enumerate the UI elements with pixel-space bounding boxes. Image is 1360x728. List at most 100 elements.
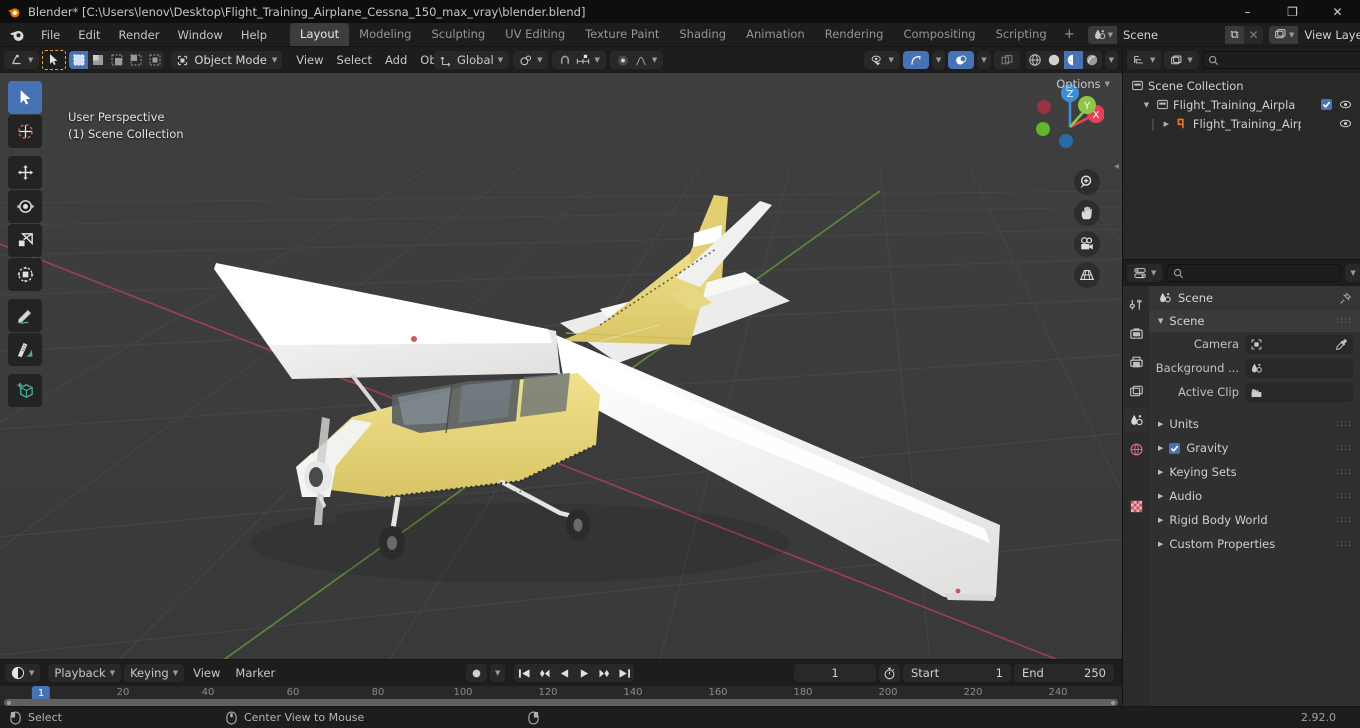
outliner-row-airplane-collection[interactable]: ▼ Flight_Training_Airplane_ — [1123, 95, 1360, 114]
start-frame-field[interactable]: Start 1 — [903, 664, 1011, 682]
outliner-search-input[interactable] — [1201, 51, 1360, 69]
show-gizmo-button[interactable] — [902, 51, 929, 69]
transform-orientation-dropdown[interactable]: Global ▼ — [434, 51, 510, 69]
solid-shading-button[interactable] — [1045, 51, 1064, 69]
expand-triangle-icon[interactable]: ▶ — [1161, 120, 1172, 128]
viewport-canvas[interactable]: User Perspective (1) Scene Collection Z … — [0, 73, 1122, 659]
viewport-menu-view[interactable]: View — [290, 51, 329, 69]
menu-file[interactable]: File — [32, 25, 69, 45]
texture-tab[interactable] — [1124, 494, 1148, 518]
tab-modeling[interactable]: Modeling — [349, 23, 421, 46]
tweak-tool-button[interactable] — [8, 81, 42, 114]
units-section[interactable]: ▶ Units :::: — [1149, 412, 1360, 436]
viewport-options-dropdown[interactable]: Options ▼ — [1050, 75, 1116, 93]
add-cube-tool-button[interactable] — [8, 374, 42, 407]
timeline-menu-marker[interactable]: Marker — [229, 664, 281, 682]
background-scene-field[interactable] — [1245, 358, 1353, 378]
select-intersect-button[interactable] — [145, 51, 164, 69]
timeline-menu-keying[interactable]: Keying ▼ — [124, 664, 185, 682]
tab-rendering[interactable]: Rendering — [815, 23, 894, 46]
scene-browse-button[interactable]: ▼ — [1087, 25, 1117, 44]
previous-keyframe-button[interactable] — [534, 664, 554, 682]
viewport-menu-select[interactable]: Select — [331, 51, 378, 69]
output-tab[interactable] — [1124, 350, 1148, 374]
viewport-menu-add[interactable]: Add — [379, 51, 413, 69]
tab-sculpting[interactable]: Sculpting — [421, 23, 495, 46]
camera-view-button[interactable] — [1074, 231, 1100, 257]
shading-options-dropdown[interactable]: ▼ — [1104, 51, 1118, 69]
rotate-tool-button[interactable] — [8, 190, 42, 223]
timeline-editor-type-button[interactable]: ▼ — [5, 664, 41, 682]
use-preview-range-button[interactable] — [879, 664, 900, 682]
select-invert-button[interactable] — [126, 51, 145, 69]
wireframe-shading-button[interactable] — [1026, 51, 1045, 69]
viewlayer-name-field[interactable]: View Layer — [1298, 25, 1360, 44]
next-keyframe-button[interactable] — [594, 664, 614, 682]
minimize-button[interactable]: – — [1225, 0, 1270, 23]
active-tool-indicator[interactable] — [42, 50, 67, 70]
overlay-options-dropdown[interactable]: ▼ — [977, 51, 991, 69]
expand-triangle-icon[interactable]: ▼ — [1141, 101, 1152, 109]
remove-scene-button[interactable]: ✕ — [1244, 26, 1263, 44]
end-frame-field[interactable]: End 250 — [1014, 664, 1114, 682]
auto-keying-button[interactable] — [466, 664, 487, 682]
annotate-tool-button[interactable] — [8, 299, 42, 332]
visibility-dropdown[interactable]: ▼ — [864, 51, 900, 69]
rigid-body-world-section[interactable]: ▶ Rigid Body World :::: — [1149, 508, 1360, 532]
keying-sets-section[interactable]: ▶ Keying Sets :::: — [1149, 460, 1360, 484]
menu-window[interactable]: Window — [168, 25, 231, 45]
gravity-section[interactable]: ▶ Gravity :::: — [1149, 436, 1360, 460]
tab-scripting[interactable]: Scripting — [986, 23, 1057, 46]
play-reverse-button[interactable] — [554, 664, 574, 682]
viewlayer-tab[interactable] — [1124, 379, 1148, 403]
scene-name-field[interactable]: Scene — [1117, 25, 1225, 44]
move-tool-button[interactable] — [8, 156, 42, 189]
rendered-shading-button[interactable] — [1083, 51, 1102, 69]
active-clip-field[interactable] — [1245, 382, 1353, 402]
menu-help[interactable]: Help — [232, 25, 276, 45]
world-tab[interactable] — [1124, 437, 1148, 461]
visibility-toggle[interactable] — [1339, 117, 1352, 130]
editor-type-button[interactable]: ▼ — [4, 51, 40, 69]
scene-tab[interactable] — [1124, 408, 1148, 432]
proportional-edit-controls[interactable]: ▼ — [609, 51, 664, 69]
timeline-ruler[interactable]: 20 40 60 80 100 120 140 160 180 200 220 … — [0, 686, 1122, 707]
close-button[interactable]: ✕ — [1315, 0, 1360, 23]
select-set-button[interactable] — [69, 51, 89, 69]
timeline-menu-playback[interactable]: Playback ▼ — [48, 664, 122, 682]
blender-logo-icon[interactable] — [8, 26, 26, 44]
measure-tool-button[interactable] — [8, 333, 42, 366]
toggle-ortho-perspective-button[interactable] — [1074, 262, 1100, 288]
outliner-editor-type-button[interactable]: ▼ — [1127, 51, 1162, 69]
transform-tool-button[interactable] — [8, 258, 42, 291]
timeline-menu-view[interactable]: View — [187, 664, 226, 682]
sidebar-toggle-arrow-icon[interactable]: ◂ — [1114, 161, 1119, 172]
gravity-checkbox[interactable] — [1169, 442, 1181, 454]
outliner-filter-field[interactable] — [1222, 53, 1360, 67]
properties-editor-type-button[interactable]: ▼ — [1127, 264, 1163, 282]
xray-toggle-button[interactable] — [993, 51, 1020, 69]
viewlayer-browse-button[interactable]: ▼ — [1269, 25, 1299, 44]
show-overlays-button[interactable] — [948, 51, 975, 69]
outliner-row-scene-collection[interactable]: Scene Collection — [1123, 76, 1360, 95]
maximize-button[interactable]: ❐ — [1270, 0, 1315, 23]
tab-animation[interactable]: Animation — [736, 23, 815, 46]
properties-options-dropdown[interactable]: ▼ — [1345, 264, 1360, 282]
camera-field[interactable] — [1245, 334, 1353, 354]
outliner-row-airplane-object[interactable]: | ▶ Flight_Training_Airplа — [1123, 114, 1360, 133]
select-subtract-button[interactable] — [107, 51, 126, 69]
cursor-tool-button[interactable] — [8, 115, 42, 148]
render-tab[interactable] — [1124, 321, 1148, 345]
gizmo-options-dropdown[interactable]: ▼ — [931, 51, 946, 69]
tab-compositing[interactable]: Compositing — [893, 23, 985, 46]
snap-controls[interactable]: ▼ — [552, 51, 606, 69]
outliner-display-mode-button[interactable]: ▼ — [1164, 51, 1199, 69]
custom-properties-section[interactable]: ▶ Custom Properties :::: — [1149, 532, 1360, 556]
eyedropper-icon[interactable] — [1335, 338, 1348, 351]
tab-texture-paint[interactable]: Texture Paint — [575, 23, 669, 46]
pivot-point-dropdown[interactable]: ▼ — [513, 51, 549, 69]
menu-edit[interactable]: Edit — [69, 25, 109, 45]
object-mode-dropdown[interactable]: Object Mode ▼ — [171, 51, 283, 69]
play-button[interactable] — [574, 664, 594, 682]
zoom-view-button[interactable] — [1074, 169, 1100, 195]
